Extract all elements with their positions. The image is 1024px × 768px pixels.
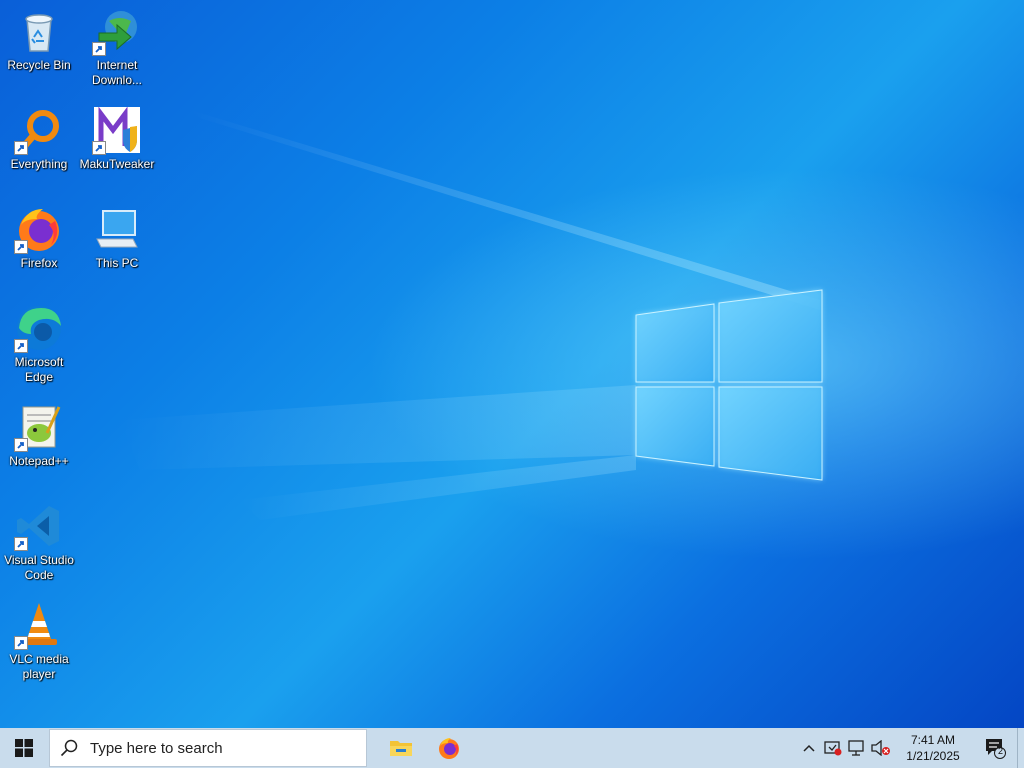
action-center-button[interactable]: 2 <box>973 728 1017 768</box>
edge-icon <box>14 303 64 353</box>
notification-count-badge: 2 <box>998 746 1004 756</box>
recycle-bin-icon <box>14 6 64 56</box>
shortcut-arrow-icon <box>92 42 106 56</box>
shortcut-arrow-icon <box>14 537 28 551</box>
desktop-icon-everything[interactable]: Everything <box>1 105 77 172</box>
desktop-icon-recycle-bin[interactable]: Recycle Bin <box>1 6 77 73</box>
firefox-icon <box>439 738 459 759</box>
desktop-icon-firefox[interactable]: Firefox <box>1 204 77 271</box>
clock-time: 7:41 AM <box>910 733 956 747</box>
volume-muted-icon <box>871 740 890 756</box>
chevron-up-icon <box>803 744 815 752</box>
desktop-icon-label: Recycle Bin <box>7 58 71 72</box>
tray-network-button[interactable] <box>845 728 869 768</box>
desktop-icon-internet-download-manager[interactable]: Internet Downlo... <box>79 6 155 88</box>
desktop-icon-this-pc[interactable]: This PC <box>79 204 155 271</box>
desktop-icon-microsoft-edge[interactable]: Microsoft Edge <box>1 303 77 385</box>
shortcut-arrow-icon <box>14 240 28 254</box>
desktop-icon-label: Everything <box>10 157 68 171</box>
shortcut-arrow-icon <box>92 141 106 155</box>
desktop-icon-label: VLC media player <box>9 652 69 681</box>
desktop-icon-makutweaker[interactable]: MakuTweaker <box>79 105 155 172</box>
desktop-icon-notepad-plus-plus[interactable]: Notepad++ <box>1 402 77 469</box>
desktop-icon-label: Visual Studio Code <box>4 553 74 582</box>
this-pc-icon <box>92 204 142 254</box>
search-input[interactable] <box>88 738 352 758</box>
show-desktop-button[interactable] <box>1017 728 1024 768</box>
desktop-icon-label: This PC <box>95 256 139 270</box>
vlc-icon <box>14 600 64 650</box>
desktop-icon-label: MakuTweaker <box>79 157 155 171</box>
desktop-icon-label: Internet Downlo... <box>91 58 143 87</box>
show-hidden-icons-button[interactable] <box>797 728 821 768</box>
desktop-icon-label: Firefox <box>20 256 58 270</box>
taskbar-file-explorer-button[interactable] <box>377 728 425 768</box>
vscode-icon <box>14 501 64 551</box>
taskbar-firefox-button[interactable] <box>425 728 473 768</box>
start-button[interactable] <box>0 728 48 768</box>
firefox-icon <box>14 204 64 254</box>
tray-volume-button[interactable] <box>869 728 893 768</box>
file-explorer-icon <box>390 741 412 756</box>
taskbar-search-box[interactable] <box>49 729 367 767</box>
taskbar: 7:41 AM 1/21/2025 2 <box>0 728 1024 768</box>
desktop-icon-vlc-media-player[interactable]: VLC media player <box>1 600 77 682</box>
taskbar-clock[interactable]: 7:41 AM 1/21/2025 <box>893 728 973 768</box>
notepad-plus-plus-icon <box>14 402 64 452</box>
desktop-icon-visual-studio-code[interactable]: Visual Studio Code <box>1 501 77 583</box>
windows-logo-wallpaper <box>635 289 824 481</box>
shortcut-arrow-icon <box>14 141 28 155</box>
network-icon <box>848 740 864 756</box>
system-tray: 7:41 AM 1/21/2025 2 <box>797 728 1024 768</box>
desktop[interactable]: Recycle Bin Internet Downlo... Everythin… <box>0 0 1024 728</box>
shortcut-arrow-icon <box>14 339 28 353</box>
search-icon <box>50 739 88 757</box>
shortcut-arrow-icon <box>14 438 28 452</box>
windows-start-icon <box>15 739 33 757</box>
tray-security-button[interactable] <box>821 728 845 768</box>
makutweaker-icon <box>92 105 142 155</box>
clock-date: 1/21/2025 <box>906 749 960 763</box>
desktop-icon-label: Microsoft Edge <box>14 355 64 384</box>
internet-download-manager-icon <box>92 6 142 56</box>
desktop-icon-label: Notepad++ <box>9 454 69 468</box>
security-warning-icon <box>824 741 842 756</box>
everything-search-icon <box>14 105 64 155</box>
shortcut-arrow-icon <box>14 636 28 650</box>
